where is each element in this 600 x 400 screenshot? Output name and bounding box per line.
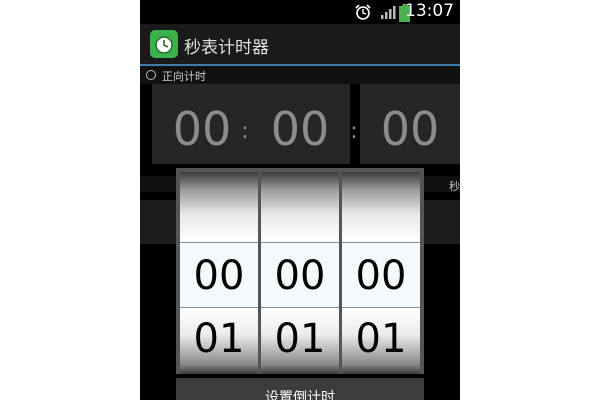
wheel-prev-area: [180, 172, 258, 242]
alarm-clock-icon: [355, 4, 371, 20]
hours-next-value: 01: [193, 316, 245, 362]
minutes-selected-value: 00: [274, 253, 326, 299]
wheel-next-area: 01: [261, 308, 339, 374]
colon-separator: :: [241, 119, 249, 144]
clock-glyph-icon: [155, 36, 173, 54]
mode-selector[interactable]: 正向计时: [140, 66, 460, 84]
wheel-next-area: 01: [180, 308, 258, 374]
seconds-unit-label: 秒: [449, 180, 460, 193]
hours-selected-value: 00: [193, 253, 245, 299]
time-picker-dialog: 00 01 00 01 00 01: [176, 168, 424, 374]
minutes-display: 00: [250, 84, 350, 164]
signal-icon: [381, 6, 396, 19]
status-bar: 13:07: [140, 0, 460, 24]
app-title: 秒表计时器: [184, 38, 269, 58]
alarm-clock-app-icon: [150, 30, 178, 58]
mode-radio-button[interactable]: [146, 70, 156, 80]
seconds-wheel[interactable]: 00 01: [342, 172, 420, 374]
wheel-next-area: 01: [342, 308, 420, 374]
wheel-selected-area: 00: [261, 242, 339, 308]
mode-label: 正向计时: [162, 70, 206, 83]
hours-wheel[interactable]: 00 01: [180, 172, 258, 374]
minutes-wheel[interactable]: 00 01: [261, 172, 339, 374]
wheel-prev-area: [342, 172, 420, 242]
wheel-prev-area: [261, 172, 339, 242]
seconds-display: 00: [360, 84, 460, 164]
seconds-next-value: 01: [355, 316, 407, 362]
phone-screen: 13:07 秒表计时器 正向计时 00 : 00 : 00 秒 00 01 00…: [140, 0, 460, 400]
wheel-selected-area: 00: [180, 242, 258, 308]
colon-separator: :: [350, 119, 358, 144]
wheel-selected-area: 00: [342, 242, 420, 308]
minutes-next-value: 01: [274, 316, 326, 362]
hours-display: 00: [152, 84, 252, 164]
status-time: 13:07: [405, 1, 454, 21]
seconds-selected-value: 00: [355, 253, 407, 299]
title-bar: 秒表计时器: [140, 24, 460, 66]
set-countdown-button[interactable]: 设置倒计时: [176, 378, 424, 400]
